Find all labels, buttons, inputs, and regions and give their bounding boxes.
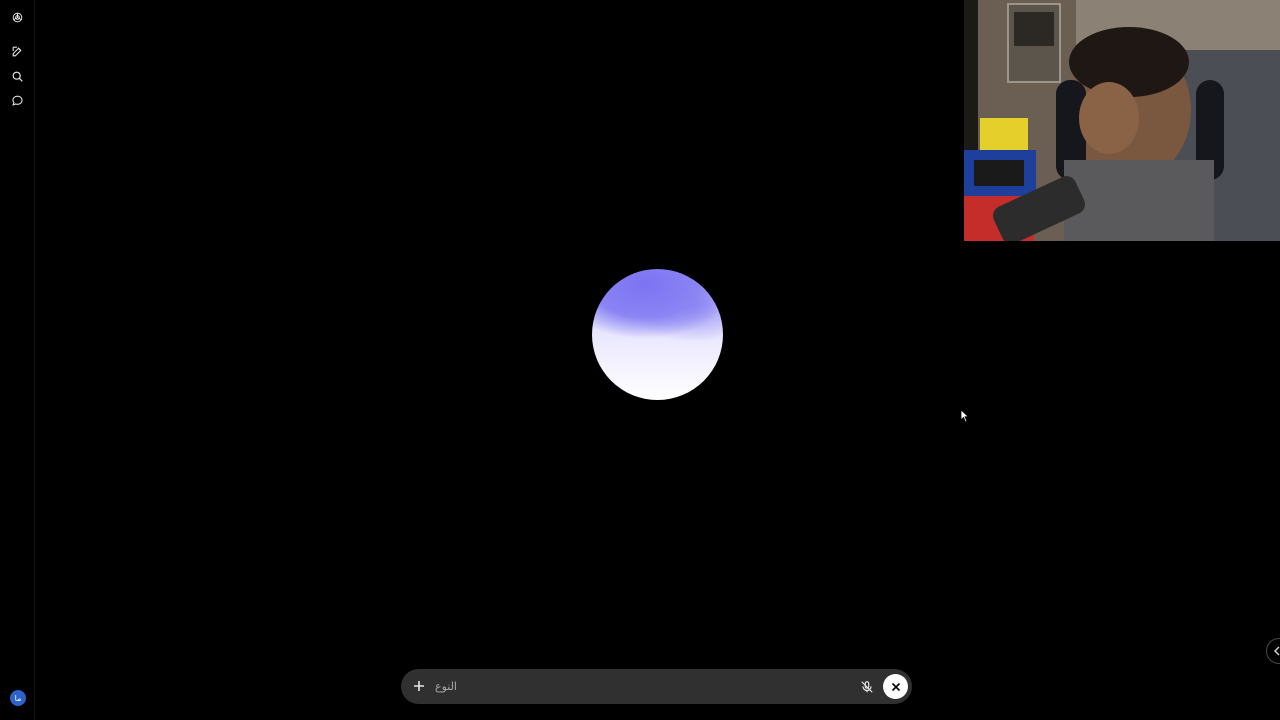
search-icon[interactable] (7, 66, 27, 86)
message-input[interactable] (435, 676, 855, 697)
mic-off-icon[interactable] (858, 678, 875, 695)
close-icon[interactable] (883, 674, 908, 699)
chevron-left-icon (1273, 646, 1280, 656)
avatar[interactable]: ما (10, 690, 26, 706)
webcam-feed-image (964, 0, 1280, 241)
webcam-overlay (964, 0, 1280, 241)
sidebar: ما (0, 0, 35, 720)
voice-orb (592, 269, 723, 400)
chatgpt-logo-icon[interactable] (7, 7, 27, 27)
new-chat-icon[interactable] (7, 41, 27, 61)
plus-icon[interactable] (411, 678, 427, 694)
chat-bubble-icon[interactable] (7, 90, 27, 110)
mouse-cursor-icon (960, 409, 970, 423)
collapse-panel-button[interactable] (1266, 638, 1280, 664)
voice-composer (401, 669, 912, 704)
